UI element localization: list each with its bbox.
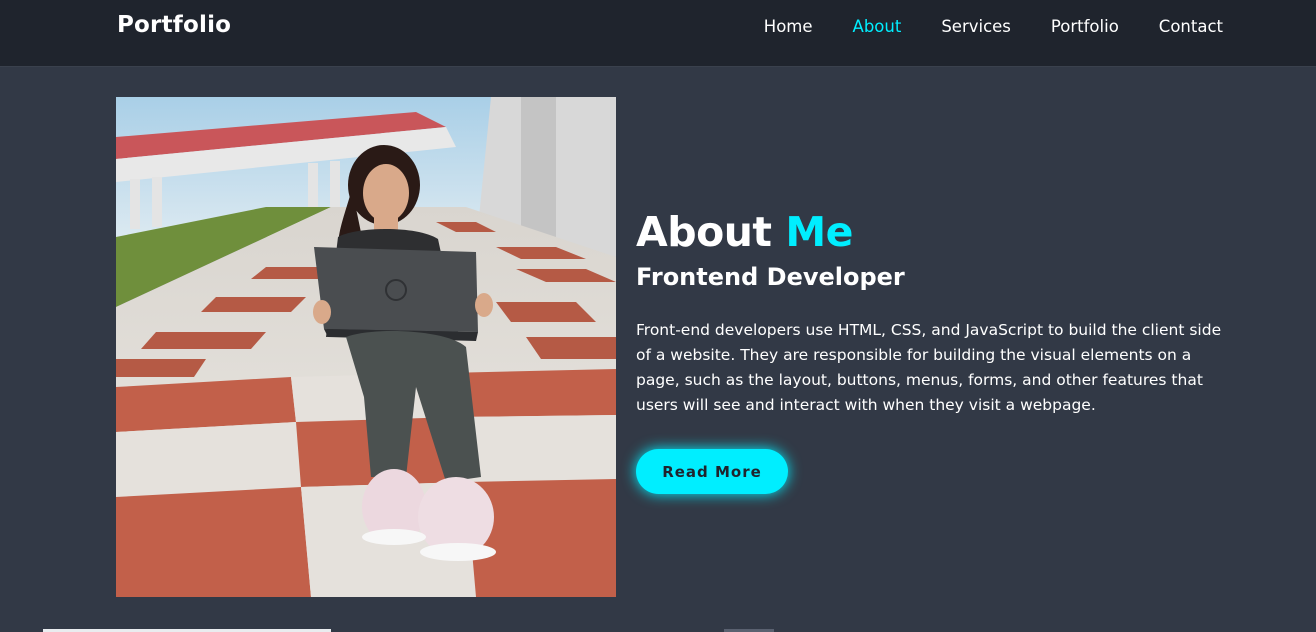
main-nav: Home About Services Portfolio Contact <box>724 17 1223 36</box>
nav-contact[interactable]: Contact <box>1159 17 1223 36</box>
read-more-button[interactable]: Read More <box>636 449 788 494</box>
about-subheading: Frontend Developer <box>636 263 905 291</box>
site-header: Portfolio Home About Services Portfolio … <box>0 0 1316 67</box>
nav-services[interactable]: Services <box>941 17 1011 36</box>
profile-photo <box>116 97 616 597</box>
nav-portfolio[interactable]: Portfolio <box>1051 17 1119 36</box>
about-paragraph: Front-end developers use HTML, CSS, and … <box>636 321 1222 414</box>
heading-main: About <box>636 208 772 256</box>
heading-accent: Me <box>785 208 853 256</box>
nav-about[interactable]: About <box>853 17 902 36</box>
about-heading: About Me <box>636 205 1236 259</box>
nav-home[interactable]: Home <box>764 17 813 36</box>
about-section: About Me Frontend Developer Front-end de… <box>636 205 1236 418</box>
logo-link[interactable]: Portfolio <box>117 12 231 38</box>
profile-photo-illustration <box>116 97 616 597</box>
